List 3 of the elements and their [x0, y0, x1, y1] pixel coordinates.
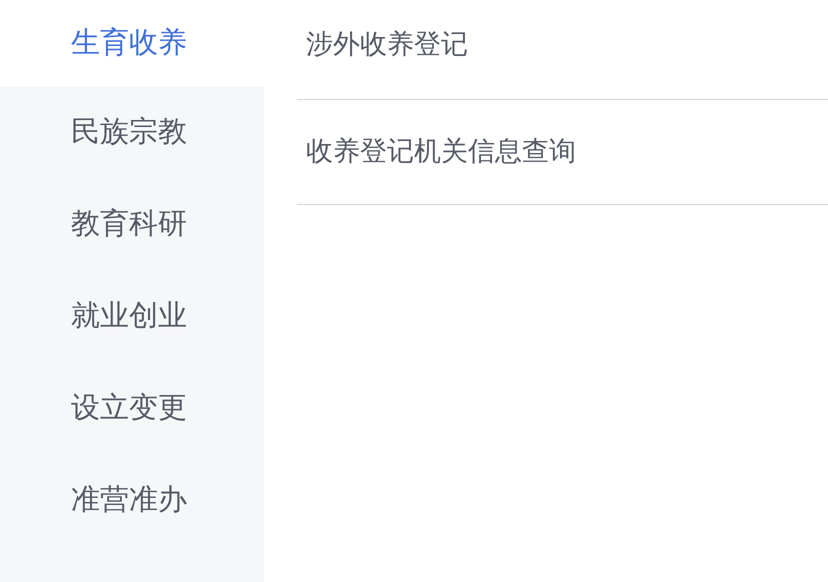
list-item[interactable]: 收养登记机关信息查询	[297, 100, 828, 205]
sidebar-item[interactable]: 生育收养	[0, 0, 264, 86]
list-item[interactable]: 涉外收养登记	[297, 0, 828, 100]
